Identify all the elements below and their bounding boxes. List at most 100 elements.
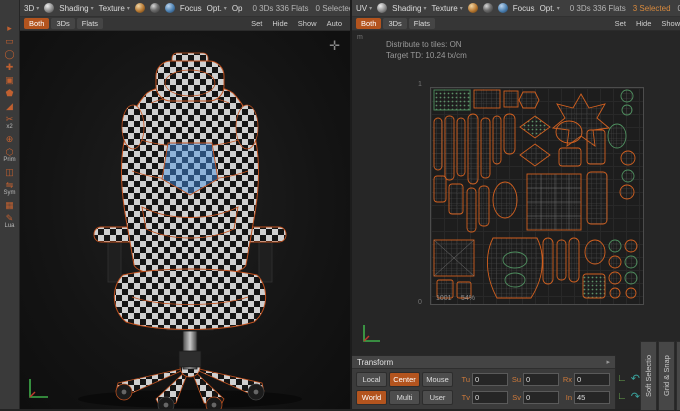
select-arrow-icon[interactable]: ▸ xyxy=(1,22,18,34)
op-button[interactable]: Op xyxy=(232,4,243,13)
focus-button[interactable]: Focus xyxy=(180,4,202,13)
stats-3d: 0 3Ds 336 Flats 0 Selected 0 Hidden xyxy=(252,4,350,13)
flats-count: 0 3Ds 336 Flats xyxy=(252,3,309,13)
shading-sphere-icon[interactable] xyxy=(44,3,55,13)
set-button[interactable]: Set xyxy=(611,19,630,28)
uv-tile-1001[interactable]: 1001 54% xyxy=(430,87,644,305)
show-button[interactable]: Show xyxy=(657,19,680,28)
uv-islands[interactable]: 1001 54% xyxy=(431,88,643,304)
texture-sphere-icon[interactable] xyxy=(134,3,145,13)
transform-input-tu[interactable] xyxy=(472,372,508,386)
viewport-3d[interactable]: ✛ xyxy=(20,31,350,409)
menu-texture-uv[interactable]: Texture ▾ xyxy=(432,4,463,13)
mode-mouse-button[interactable]: Mouse xyxy=(422,371,453,387)
field-label-tv: Tv xyxy=(461,392,470,402)
checker-sphere-icon[interactable] xyxy=(149,3,160,13)
menu-3d[interactable]: 3D ▾ xyxy=(24,4,39,13)
opt-menu-label: Opt. xyxy=(206,3,222,13)
cut-icon: ✂ xyxy=(5,114,14,124)
right-filter-tabs: Both 3Ds Flats xyxy=(356,18,436,29)
side-tab-grid-snap[interactable]: Grid & Snap xyxy=(657,341,675,411)
hide-button[interactable]: Hide xyxy=(268,19,291,28)
hide-button[interactable]: Hide xyxy=(632,19,655,28)
polygon-mode-icon[interactable]: ⬟ xyxy=(1,87,18,99)
panel-menu-icon[interactable]: ▸ xyxy=(606,358,610,366)
toolbar-3d: 3D ▾ Shading ▾ Texture ▾ Focus Opt. ▾ Op xyxy=(20,0,350,17)
selected-count: 3 Selected xyxy=(632,3,671,13)
dropdown-arrow-icon: ▾ xyxy=(369,5,373,12)
symmetry-icon: ⇋ xyxy=(5,180,14,190)
set-button[interactable]: Set xyxy=(247,19,266,28)
transform-input-in[interactable] xyxy=(574,390,610,404)
side-tab-uv-tile[interactable]: UV Tile xyxy=(675,341,680,411)
tool-label: Prim xyxy=(3,157,16,163)
viewport-uv-panel: UV ▾ Shading ▾ Texture ▾ Focus Opt. ▾ 0 xyxy=(352,0,680,411)
ruler-label-0: 0 xyxy=(418,299,422,306)
primitives-icon[interactable]: ⬡ Prim xyxy=(1,146,18,165)
transform-input-rx[interactable] xyxy=(574,372,610,386)
marquee-select-icon[interactable]: ▭ xyxy=(1,35,18,47)
transform-input-sv[interactable] xyxy=(523,390,559,404)
filterbar-3d: Both 3Ds Flats Set Hide Show Auto xyxy=(20,17,350,31)
ellipse-select-icon[interactable]: ◯ xyxy=(1,48,18,60)
checker-sphere-icon[interactable] xyxy=(482,3,493,13)
menu-uv[interactable]: UV ▾ xyxy=(356,4,372,13)
cut-icon[interactable]: ✂ x2 xyxy=(1,113,18,132)
chair-seat[interactable] xyxy=(113,268,267,330)
brush-select-icon: ✚ xyxy=(5,62,14,72)
mode-multi-button[interactable]: Multi xyxy=(389,389,420,405)
material-sphere-icon[interactable] xyxy=(164,3,175,13)
view-navigation-icon[interactable]: ✛ xyxy=(329,39,340,52)
menu-texture-uv-label: Texture xyxy=(431,3,458,13)
menu-texture[interactable]: Texture ▾ xyxy=(99,4,130,13)
side-tab-soft-selectio[interactable]: Soft Selectio xyxy=(639,341,657,411)
weld-icon[interactable]: ⊕ xyxy=(1,133,18,145)
edge-mode-icon[interactable]: ◢ xyxy=(1,100,18,112)
filter-tab-3ds[interactable]: 3Ds xyxy=(51,18,75,29)
edge-mode-icon: ◢ xyxy=(6,101,13,111)
brush-select-icon[interactable]: ✚ xyxy=(1,61,18,73)
viewport-3d-panel: 3D ▾ Shading ▾ Texture ▾ Focus Opt. ▾ Op xyxy=(20,0,352,409)
opt-menu-uv[interactable]: Opt. ▾ xyxy=(540,4,560,13)
transform-input-tv[interactable] xyxy=(472,390,508,404)
filter-tab-3ds[interactable]: 3Ds xyxy=(383,18,407,29)
dropdown-arrow-icon: ▾ xyxy=(223,5,227,12)
opt-menu[interactable]: Opt. ▾ xyxy=(207,4,227,13)
menu-shading-uv[interactable]: Shading ▾ xyxy=(392,4,426,13)
filter-tab-both[interactable]: Both xyxy=(356,18,382,29)
transform-row-2: WorldMultiUser TvSvIn ∟ ↷ xyxy=(352,387,640,405)
dropdown-arrow-icon: ▾ xyxy=(556,5,560,12)
menu-shading[interactable]: Shading ▾ xyxy=(59,4,93,13)
field-label-tu: Tu xyxy=(461,374,470,384)
symmetry-icon[interactable]: ⇋ Sym xyxy=(1,179,18,198)
island-mode-icon[interactable]: ▣ xyxy=(1,74,18,86)
shading-sphere-icon[interactable] xyxy=(377,3,388,13)
filter-tab-flats[interactable]: Flats xyxy=(76,18,104,29)
focus-button-uv[interactable]: Focus xyxy=(513,4,535,13)
lua-script-icon[interactable]: ✎ Lua xyxy=(1,212,18,231)
mode-local-button[interactable]: Local xyxy=(356,371,387,387)
mode-center-button[interactable]: Center xyxy=(389,371,420,387)
unfold-icon[interactable]: ◫ xyxy=(1,166,18,178)
filter-tab-both[interactable]: Both xyxy=(24,18,50,29)
viewport-uv[interactable]: Distribute to tiles: ON Target TD: 10.24… xyxy=(352,31,680,409)
field-label-rx: Rx xyxy=(562,374,572,384)
stats-uv: 0 3Ds 336 Flats 3 Selected 0 Hidden xyxy=(570,4,680,13)
pack-icon[interactable]: ▦ xyxy=(1,199,18,211)
filter-tab-flats[interactable]: Flats xyxy=(408,18,436,29)
chair-model[interactable] xyxy=(20,31,350,409)
polygon-mode-icon: ⬟ xyxy=(5,88,14,98)
auto-button[interactable]: Auto xyxy=(323,19,346,28)
transform-fields-row2: Tv Sv In xyxy=(459,390,610,404)
show-button[interactable]: Show xyxy=(294,19,321,28)
mode-world-button[interactable]: World xyxy=(356,389,387,405)
pack-icon: ▦ xyxy=(5,200,14,210)
transform-modes-row2: World Multi User xyxy=(356,389,453,405)
material-sphere-icon[interactable] xyxy=(497,3,508,13)
mode-user-button[interactable]: User xyxy=(422,389,453,405)
texture-sphere-icon[interactable] xyxy=(467,3,478,13)
chair-headrest[interactable] xyxy=(155,60,225,102)
transform-input-su[interactable] xyxy=(523,372,559,386)
tool-label: x2 xyxy=(6,124,13,130)
distribute-status: Distribute to tiles: ON xyxy=(386,40,462,49)
